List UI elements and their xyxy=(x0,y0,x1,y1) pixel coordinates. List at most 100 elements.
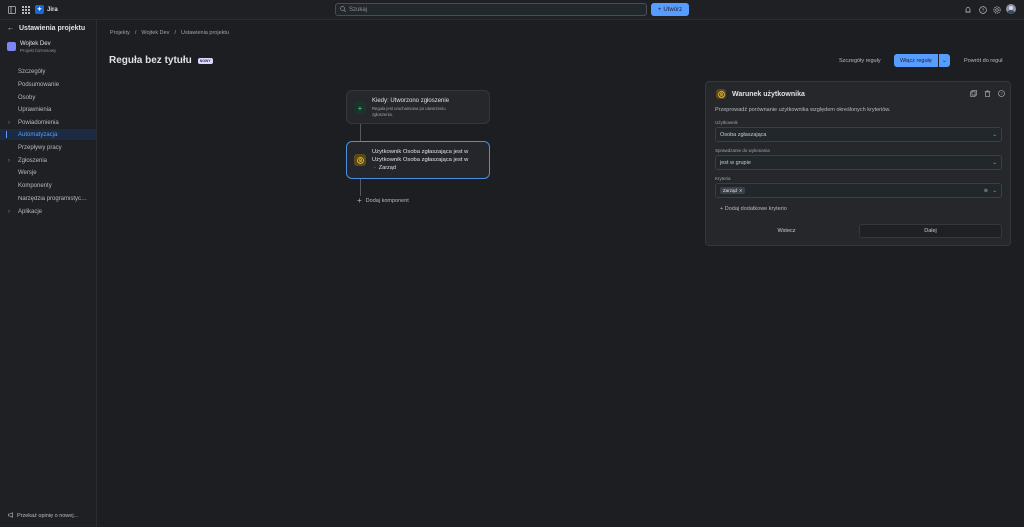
user-select[interactable]: Osoba zgłaszająca ⌄ xyxy=(715,127,1002,142)
breadcrumb-separator: / xyxy=(174,30,176,36)
create-button[interactable]: + Utwórz xyxy=(651,3,689,16)
sidebar-item-permissions[interactable]: Uprawnienia xyxy=(0,104,96,115)
breadcrumb-projects[interactable]: Projekty xyxy=(110,30,130,36)
sidebar-item-summary[interactable]: Podsumowanie xyxy=(0,79,96,90)
add-criteria-button[interactable]: + Dodaj dodatkowe kryterio xyxy=(720,206,787,212)
user-condition-icon xyxy=(354,154,366,166)
project-name: Wojtek Dev xyxy=(20,41,51,47)
check-select-value: jest w grupie xyxy=(720,159,751,166)
sidebar-title: Ustawienia projektu xyxy=(19,25,86,32)
bullet-icon: ◦ xyxy=(374,165,376,171)
svg-text:?: ? xyxy=(982,8,985,13)
panel-title: Warunek użytkownika xyxy=(716,89,805,99)
next-button[interactable]: Dalej xyxy=(859,224,1002,238)
add-component-label: Dodaj komponent xyxy=(365,197,409,204)
criteria-field-label: Kryteria xyxy=(715,176,731,181)
new-badge: NOWY xyxy=(197,57,213,64)
user-select-value: Osoba zgłaszająca xyxy=(720,131,767,138)
sidebar-header: ← Ustawienia projektu xyxy=(7,25,85,32)
criteria-select[interactable]: Zarząd ✕ ⊗ ⌄ xyxy=(715,183,1002,198)
chevron-down-icon: ⌄ xyxy=(992,131,997,138)
chevron-right-icon: › xyxy=(8,208,10,215)
trash-icon[interactable] xyxy=(984,90,991,99)
back-button[interactable]: Wstecz xyxy=(715,224,858,238)
flow-connector xyxy=(360,124,361,141)
condition-group: ◦ Zarząd xyxy=(374,165,396,171)
sidebar-item-people[interactable]: Osoby xyxy=(0,92,96,103)
clear-icon[interactable]: ⊗ xyxy=(984,188,988,194)
rule-title[interactable]: Reguła bez tytułu xyxy=(109,55,192,66)
sidebar-item-label: Komponenty xyxy=(18,182,52,189)
notifications-icon[interactable] xyxy=(963,5,973,15)
sidebar-item-label: Przepływy pracy xyxy=(18,144,62,151)
user-condition-panel: Warunek użytkownika ? Przeprowadź porówn… xyxy=(705,81,1011,246)
return-to-rules-button[interactable]: Powrót do reguł xyxy=(964,54,1003,67)
enable-rule-button[interactable]: Włącz regułę xyxy=(894,54,938,67)
plus-icon: + xyxy=(354,102,366,114)
enable-rule-dropdown[interactable]: ⌄ xyxy=(937,54,950,67)
sidebar-item-versions[interactable]: Wersje xyxy=(0,167,96,178)
condition-card[interactable]: Użytkownik Osoba zgłaszająca jest w Użyt… xyxy=(346,141,490,179)
sidebar-item-issues[interactable]: › Zgłoszenia xyxy=(0,155,96,166)
breadcrumb-project[interactable]: Wojtek Dev xyxy=(141,30,169,36)
sidebar-item-label: Automatyzacja xyxy=(18,131,58,138)
app-name: Jira xyxy=(47,6,58,13)
next-label: Dalej xyxy=(924,228,937,234)
panel-title-text: Warunek użytkownika xyxy=(732,90,805,98)
flow-connector xyxy=(360,179,361,196)
condition-line-3: Zarząd xyxy=(378,165,396,171)
jira-icon: ✦ xyxy=(35,5,44,14)
sidebar-item-label: Zgłoszenia xyxy=(18,157,48,164)
sidebar: ← Ustawienia projektu Wojtek Dev Projekt… xyxy=(0,20,97,527)
check-select[interactable]: jest w grupie ⌄ xyxy=(715,155,1002,170)
sidebar-item-components[interactable]: Komponenty xyxy=(0,180,96,191)
condition-line-1: Użytkownik Osoba zgłaszająca jest w xyxy=(372,149,469,155)
chevron-right-icon: › xyxy=(8,119,10,126)
back-arrow-icon[interactable]: ← xyxy=(7,25,14,32)
criteria-chip[interactable]: Zarząd ✕ xyxy=(720,187,746,194)
breadcrumb-separator: / xyxy=(134,30,137,36)
copy-icon[interactable] xyxy=(970,90,977,99)
app-switcher-icon[interactable] xyxy=(21,5,31,15)
top-navigation: ✦ Jira Szukaj + Utwórz ? xyxy=(0,0,1024,20)
sidebar-item-apps[interactable]: › Aplikacje xyxy=(0,206,96,217)
sidebar-item-details[interactable]: Szczegóły xyxy=(0,66,96,77)
rule-details-button[interactable]: Szczegóły reguły xyxy=(839,54,881,67)
page-title: Reguła bez tytułu NOWY xyxy=(109,55,213,66)
chevron-down-icon: ⌄ xyxy=(941,58,947,64)
sidebar-item-dev-tools[interactable]: Narzędzia programistyczne xyxy=(0,193,96,204)
breadcrumb-settings[interactable]: Ustawienia projektu xyxy=(181,30,229,36)
enable-rule-button-group: Włącz regułę ⌄ xyxy=(894,54,950,67)
sidebar-toggle-icon[interactable] xyxy=(7,5,17,15)
help-icon[interactable]: ? xyxy=(998,90,1005,99)
remove-chip-icon[interactable]: ✕ xyxy=(739,188,742,193)
sidebar-item-notifications[interactable]: › Powiadomienia xyxy=(0,117,96,128)
megaphone-icon xyxy=(8,512,14,520)
return-label: Powrót do reguł xyxy=(964,57,1003,64)
criteria-chip-label: Zarząd xyxy=(723,188,738,193)
user-field-label: Użytkownik xyxy=(715,120,738,125)
project-type: Projekt biznesowy xyxy=(20,48,57,53)
panel-tools: ? xyxy=(970,90,1005,99)
jira-logo[interactable]: ✦ Jira xyxy=(35,5,58,14)
search-icon xyxy=(340,5,347,14)
check-field-label: Sprawdzanie do wykonania xyxy=(715,148,770,153)
chevron-down-icon: ⌄ xyxy=(992,187,997,194)
avatar[interactable] xyxy=(1006,4,1016,14)
panel-description: Przeprowadź porównanie użytkownika wzglę… xyxy=(715,107,891,113)
feedback-link[interactable]: Przekaż opinię o nowej... xyxy=(8,512,78,520)
sidebar-item-automation[interactable]: Automatyzacja xyxy=(0,129,96,140)
chevron-down-icon: ⌄ xyxy=(992,159,997,166)
sidebar-item-label: Aplikacje xyxy=(18,208,43,215)
plus-icon: + xyxy=(357,196,362,205)
sidebar-item-workflows[interactable]: Przepływy pracy xyxy=(0,142,96,153)
condition-line-2: Użytkownik Osoba zgłaszająca jest w xyxy=(372,157,469,163)
help-icon[interactable]: ? xyxy=(978,5,988,15)
settings-icon[interactable] xyxy=(992,5,1002,15)
search-placeholder: Szukaj xyxy=(349,6,368,13)
project-icon xyxy=(7,42,16,51)
sidebar-item-label: Narzędzia programistyczne xyxy=(18,195,90,202)
search-input[interactable]: Szukaj xyxy=(335,3,647,16)
trigger-card[interactable]: + Kiedy: Utworzono zgłoszenie Reguła jes… xyxy=(346,90,490,124)
add-component-button[interactable]: + Dodaj komponent xyxy=(357,196,409,205)
